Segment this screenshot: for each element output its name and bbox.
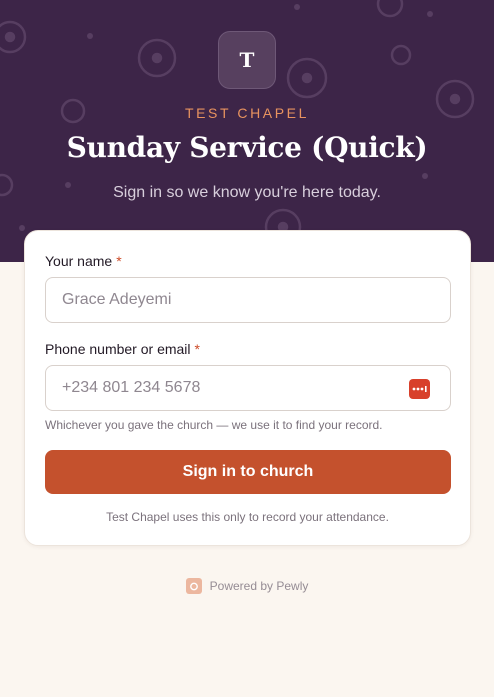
name-label-text: Your name: [45, 253, 113, 269]
name-input[interactable]: [45, 277, 451, 323]
required-mark: *: [116, 253, 122, 269]
powered-by-text: Powered by Pewly: [209, 579, 309, 593]
required-mark: *: [194, 341, 200, 357]
sign-in-button[interactable]: Sign in to church: [45, 450, 451, 494]
privacy-note: Test Chapel uses this only to record you…: [106, 510, 389, 524]
hero-header: T TEST CHAPEL Sunday Service (Quick) Sig…: [0, 0, 494, 262]
contact-hint: Whichever you gave the church — we use i…: [45, 418, 383, 432]
name-label: Your name *: [45, 253, 122, 269]
logo-letter: T: [239, 48, 255, 72]
church-logo: T: [218, 31, 276, 89]
contact-label-text: Phone number or email: [45, 341, 191, 357]
contact-input[interactable]: [45, 365, 451, 411]
church-name: TEST CHAPEL: [184, 105, 310, 121]
page-title: Sunday Service (Quick): [66, 131, 428, 164]
pewly-logo-icon: [185, 578, 202, 594]
password-manager-icon[interactable]: [409, 379, 430, 399]
page-subtitle: Sign in so we know you're here today.: [113, 184, 381, 201]
sign-in-card: Your name* Phone number or email* Whiche…: [24, 230, 471, 546]
powered-by-footer[interactable]: Powered by Pewly: [0, 578, 494, 594]
contact-label: Phone number or email *: [45, 341, 200, 357]
